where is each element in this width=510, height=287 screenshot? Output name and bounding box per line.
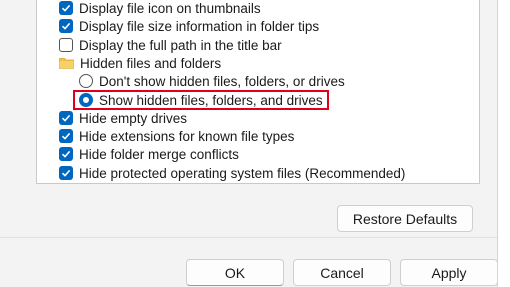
group-label: Hidden files and folders xyxy=(80,55,222,71)
cancel-button[interactable]: Cancel xyxy=(293,259,391,286)
option-label: Display file icon on thumbnails xyxy=(79,0,261,16)
option-display-file-size[interactable]: Display file size information in folder … xyxy=(59,17,319,35)
checkbox-checked-icon[interactable] xyxy=(59,147,73,161)
selection-highlight-box xyxy=(73,90,329,110)
option-dont-show-hidden[interactable]: Don't show hidden files, folders, or dri… xyxy=(79,72,345,90)
checkbox-checked-icon[interactable] xyxy=(59,19,73,33)
restore-defaults-button[interactable]: Restore Defaults xyxy=(337,205,473,232)
option-hide-protected-os-files[interactable]: Hide protected operating system files (R… xyxy=(59,164,405,182)
option-hide-empty-drives[interactable]: Hide empty drives xyxy=(59,109,187,127)
divider xyxy=(0,237,499,238)
option-label: Hide extensions for known file types xyxy=(79,128,295,144)
option-label: Don't show hidden files, folders, or dri… xyxy=(99,73,345,89)
option-hide-extensions[interactable]: Hide extensions for known file types xyxy=(59,127,294,145)
option-label: Hide folder merge conflicts xyxy=(79,146,239,162)
checkbox-unchecked-icon[interactable] xyxy=(59,38,73,52)
checkbox-checked-icon[interactable] xyxy=(59,1,73,15)
apply-button[interactable]: Apply xyxy=(400,259,498,286)
checkbox-checked-icon[interactable] xyxy=(59,111,73,125)
option-label: Display the full path in the title bar xyxy=(79,37,282,53)
radio-unselected-icon[interactable] xyxy=(79,74,93,88)
option-label: Display file size information in folder … xyxy=(79,18,320,34)
option-label: Hide empty drives xyxy=(79,110,188,126)
option-hide-merge-conflicts[interactable]: Hide folder merge conflicts xyxy=(59,145,239,163)
option-display-file-icon[interactable]: Display file icon on thumbnails xyxy=(59,0,261,17)
option-display-full-path[interactable]: Display the full path in the title bar xyxy=(59,36,282,54)
window-edge xyxy=(497,0,510,287)
ok-button[interactable]: OK xyxy=(186,259,284,286)
checkbox-checked-icon[interactable] xyxy=(59,129,73,143)
option-label: Hide protected operating system files (R… xyxy=(79,165,406,181)
folder-icon xyxy=(59,57,74,69)
checkbox-checked-icon[interactable] xyxy=(59,166,73,180)
group-hidden-files: Hidden files and folders xyxy=(59,54,221,72)
